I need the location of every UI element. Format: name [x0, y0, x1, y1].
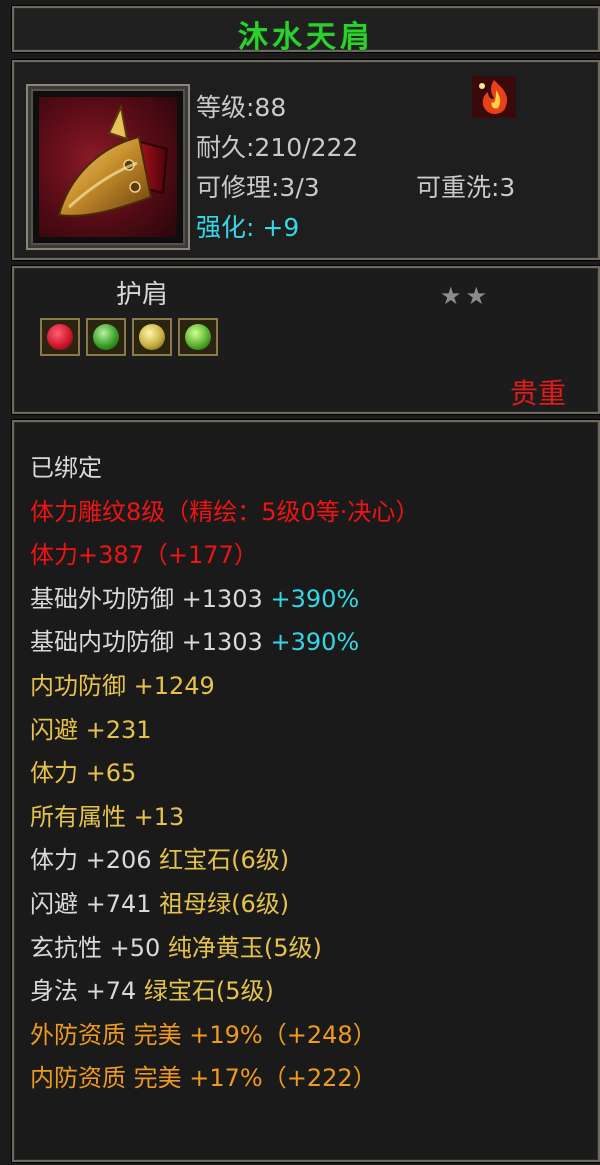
title-bar: 沐水天肩: [11, 5, 600, 55]
item-stats-panel: 已绑定体力雕纹8级（精绘：5级0等·决心） 体力+387（+177） 基础外功防御 …: [11, 419, 600, 1163]
stat-text: 内功防御 +1249: [30, 672, 215, 700]
stat-text: 体力雕纹8级（精绘：5级0等·决心）: [30, 497, 420, 526]
gem-slot-emerald[interactable]: [178, 318, 218, 356]
stat-line: 闪避 +741 祖母绿(6级): [30, 884, 289, 919]
item-icon-frame[interactable]: [28, 86, 188, 248]
quality-label: 贵重: [509, 377, 566, 410]
stat-text: 红宝石(6级): [151, 846, 290, 875]
gem-slot-green[interactable]: [86, 318, 126, 356]
stat-text: 玄抗性 +50: [30, 933, 161, 962]
reroll-count-text: 可重洗:3: [416, 173, 516, 202]
gem-slots: [40, 318, 218, 356]
stat-text: 闪避 +231: [30, 715, 152, 744]
item-type-panel: 护肩 ★★ 贵重: [11, 265, 600, 415]
item-name: 沐水天肩: [238, 20, 374, 55]
gem-slot-red[interactable]: [40, 318, 80, 356]
gem-slot-yellow[interactable]: [132, 318, 172, 356]
emerald-gem-icon: [185, 324, 211, 350]
stat-text: +390%: [262, 584, 360, 613]
stat-text: 内防资质 完美 +17%（+222）: [30, 1064, 377, 1093]
stat-text: 已绑定: [30, 454, 102, 482]
durability-text: 耐久:210/222: [196, 133, 359, 162]
stat-text: 基础内功防御 +1303: [30, 628, 263, 657]
stat-line: 体力 +65: [30, 753, 136, 788]
item-info-panel: 等级:88 耐久:210/222 可修理:3/3 可重洗:3 强化: +9: [11, 59, 600, 261]
stat-text: 闪避 +741: [30, 890, 152, 918]
stat-line: 玄抗性 +50 纯净黄玉(5级): [30, 928, 322, 963]
repair-count-text: 可修理:3/3: [196, 173, 320, 202]
enhance-label: 强化:: [196, 213, 255, 242]
stat-line: 内防资质 完美 +17%（+222）: [30, 1058, 377, 1093]
stat-line: 闪避 +231: [30, 710, 152, 745]
stat-text: 纯净黄玉(5级): [160, 933, 322, 962]
stat-text: 外防资质 完美 +19%（+248）: [30, 1020, 377, 1049]
level-text: 等级:88: [196, 93, 287, 122]
stat-line: 外防资质 完美 +19%（+248）: [30, 1015, 377, 1050]
enhance-value: +9: [262, 213, 300, 242]
enhance-line: 强化: +9: [196, 208, 299, 244]
stat-line: 身法 +74 绿宝石(5级): [30, 971, 274, 1006]
stat-line: 体力雕纹8级（精绘：5级0等·决心）: [30, 492, 419, 527]
stat-text: 体力+387（+177）: [30, 541, 258, 570]
flame-emblem-icon[interactable]: [472, 76, 516, 118]
golden-pauldron-icon: [39, 97, 177, 237]
yellow-jade-icon: [139, 324, 165, 350]
stat-text: 基础外功防御 +1303: [30, 584, 263, 613]
item-type-label: 护肩: [116, 280, 169, 310]
stat-text: 体力 +206: [30, 846, 152, 875]
stat-line: 体力 +206 红宝石(6级): [30, 840, 289, 875]
stat-line: 已绑定: [30, 448, 102, 483]
stat-text: 祖母绿(6级): [151, 890, 290, 918]
stat-line: 基础内功防御 +1303 +390%: [30, 622, 359, 657]
stat-line: 基础外功防御 +1303 +390%: [30, 579, 359, 614]
stat-line: 内功防御 +1249: [30, 666, 215, 701]
stat-line: 体力+387（+177）: [30, 535, 258, 570]
stat-text: 所有属性 +13: [30, 802, 185, 831]
stat-text: 身法 +74: [30, 977, 137, 1006]
stat-text: 体力 +65: [30, 759, 137, 788]
stat-line: 所有属性 +13: [30, 797, 184, 832]
green-gem-icon: [93, 324, 119, 350]
star-rating: ★★: [440, 282, 492, 310]
red-gem-icon: [47, 324, 73, 350]
stat-text: +390%: [262, 628, 360, 657]
stat-text: 绿宝石(5级): [136, 977, 274, 1006]
